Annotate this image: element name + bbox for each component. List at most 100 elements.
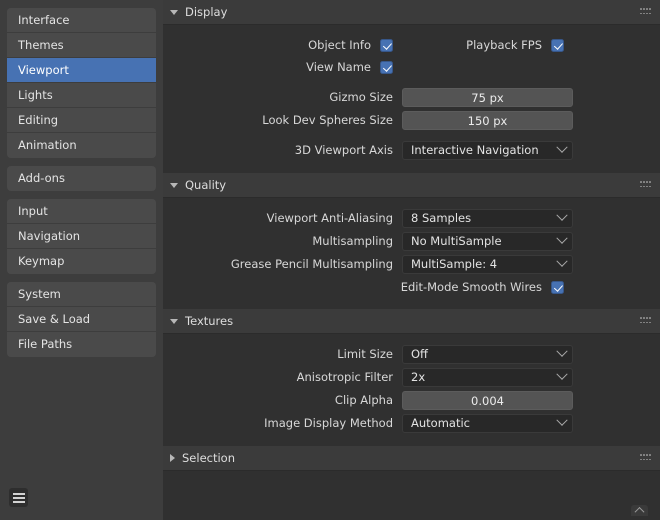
hamburger-icon[interactable] [9,488,28,507]
label-anisotropic-filter: Anisotropic Filter [163,370,402,384]
chevron-down-icon [556,142,567,153]
hamburger-bar [13,493,25,495]
chevron-down-icon [556,346,567,357]
sidebar-item-add-ons[interactable]: Add-ons [7,166,156,191]
hamburger-bar [13,497,25,499]
grip-dots-icon[interactable] [640,317,651,325]
row-grease-pencil-multisampling: Grease Pencil Multisampling MultiSample:… [163,253,660,275]
sidebar-item-animation[interactable]: Animation [7,133,156,158]
grip-dots-icon[interactable] [640,181,651,189]
sidebar-item-system[interactable]: System [7,282,156,307]
field-3d-viewport-axis: Interactive Navigation [402,141,573,160]
section-title-display: Display [185,5,640,19]
label-object-info: Object Info [308,38,371,52]
sidebar-item-file-paths[interactable]: File Paths [7,332,156,357]
preferences-main-panel: Display Object Info Playback FPS View [163,0,660,520]
row-limit-size: Limit Size Off [163,343,660,365]
row-object-info-playback-fps: Object Info Playback FPS [163,34,660,56]
dropdown-image-display-method[interactable]: Automatic [402,414,573,433]
chevron-down-icon [170,183,178,188]
field-image-display-method: Automatic [402,414,573,433]
dropdown-value-anisotropic-filter: 2x [411,370,558,384]
section-header-selection[interactable]: Selection [163,446,660,471]
dropdown-multisampling[interactable]: No MultiSample [402,232,573,251]
checkbox-object-info[interactable] [380,39,393,52]
sidebar-item-editing[interactable]: Editing [7,108,156,133]
sidebar-item-lights[interactable]: Lights [7,83,156,108]
number-input-clip-alpha[interactable]: 0.004 [402,391,573,410]
cell-edit-mode-smooth-wires: Edit-Mode Smooth Wires [402,280,573,294]
checkbox-edit-mode-smooth-wires[interactable] [551,281,564,294]
dropdown-value-image-display-method: Automatic [411,416,558,430]
checkbox-playback-fps[interactable] [551,39,564,52]
hamburger-bar [13,501,25,503]
preferences-window: Interface Themes Viewport Lights Editing… [0,0,660,520]
sidebar-item-navigation[interactable]: Navigation [7,224,156,249]
grip-dots-icon[interactable] [640,8,651,16]
dropdown-3d-viewport-axis[interactable]: Interactive Navigation [402,141,573,160]
label-gizmo-size: Gizmo Size [163,90,402,104]
section-body-display: Object Info Playback FPS View Name Gizmo… [163,25,660,173]
label-limit-size: Limit Size [163,347,402,361]
chevron-down-icon [556,210,567,221]
row-anisotropic-filter: Anisotropic Filter 2x [163,366,660,388]
chevron-down-icon [556,415,567,426]
field-anisotropic-filter: 2x [402,368,573,387]
sidebar-item-save-and-load[interactable]: Save & Load [7,307,156,332]
field-viewport-anti-aliasing: 8 Samples [402,209,573,228]
number-input-look-dev-spheres-size[interactable]: 150 px [402,111,573,130]
sidebar-group-addons: Add-ons [7,166,156,191]
field-look-dev-spheres-size: 150 px [402,111,573,130]
sidebar-group-input: Input Navigation Keymap [7,199,156,274]
dropdown-limit-size[interactable]: Off [402,345,573,364]
section-body-textures: Limit Size Off Anisotropic Filter 2x [163,334,660,446]
field-limit-size: Off [402,345,573,364]
row-edit-mode-smooth-wires: Edit-Mode Smooth Wires [163,276,660,298]
cell-playback-fps: Playback FPS [402,38,573,52]
dropdown-grease-pencil-multisampling[interactable]: MultiSample: 4 [402,255,573,274]
number-input-gizmo-size[interactable]: 75 px [402,88,573,107]
label-view-name: View Name [306,60,371,74]
label-look-dev-spheres-size: Look Dev Spheres Size [163,113,402,127]
scroll-up-icon[interactable] [631,505,648,516]
sidebar-item-viewport[interactable]: Viewport [7,58,156,83]
section-header-quality[interactable]: Quality [163,173,660,198]
section-title-quality: Quality [185,178,640,192]
grip-dots-icon[interactable] [640,454,651,462]
label-grease-pencil-multisampling: Grease Pencil Multisampling [163,257,402,271]
row-viewport-anti-aliasing: Viewport Anti-Aliasing 8 Samples [163,207,660,229]
chevron-down-icon [170,319,178,324]
sidebar-item-themes[interactable]: Themes [7,33,156,58]
dropdown-value-multisampling: No MultiSample [411,234,558,248]
row-look-dev-spheres-size: Look Dev Spheres Size 150 px [163,109,660,131]
dropdown-viewport-anti-aliasing[interactable]: 8 Samples [402,209,573,228]
label-image-display-method: Image Display Method [163,416,402,430]
dropdown-anisotropic-filter[interactable]: 2x [402,368,573,387]
label-multisampling: Multisampling [163,234,402,248]
row-image-display-method: Image Display Method Automatic [163,412,660,434]
row-gizmo-size: Gizmo Size 75 px [163,86,660,108]
section-header-display[interactable]: Display [163,0,660,25]
field-grease-pencil-multisampling: MultiSample: 4 [402,255,573,274]
sidebar-group-system: System Save & Load File Paths [7,282,156,357]
dropdown-value-viewport-anti-aliasing: 8 Samples [411,211,558,225]
sidebar-item-input[interactable]: Input [7,199,156,224]
preferences-sidebar: Interface Themes Viewport Lights Editing… [0,0,163,520]
sidebar-item-interface[interactable]: Interface [7,8,156,33]
field-clip-alpha: 0.004 [402,391,573,410]
row-3d-viewport-axis: 3D Viewport Axis Interactive Navigation [163,139,660,161]
chevron-down-icon [556,369,567,380]
section-header-textures[interactable]: Textures [163,309,660,334]
section-title-selection: Selection [182,451,640,465]
sidebar-group-general: Interface Themes Viewport Lights Editing… [7,8,156,158]
label-viewport-anti-aliasing: Viewport Anti-Aliasing [163,211,402,225]
chevron-down-icon [556,256,567,267]
row-view-name: View Name [163,56,660,78]
field-multisampling: No MultiSample [402,232,573,251]
row-multisampling: Multisampling No MultiSample [163,230,660,252]
checkbox-view-name[interactable] [380,61,393,74]
dropdown-value-3d-viewport-axis: Interactive Navigation [411,143,558,157]
cell-object-info: Object Info [163,38,402,52]
sidebar-item-keymap[interactable]: Keymap [7,249,156,274]
row-clip-alpha: Clip Alpha 0.004 [163,389,660,411]
